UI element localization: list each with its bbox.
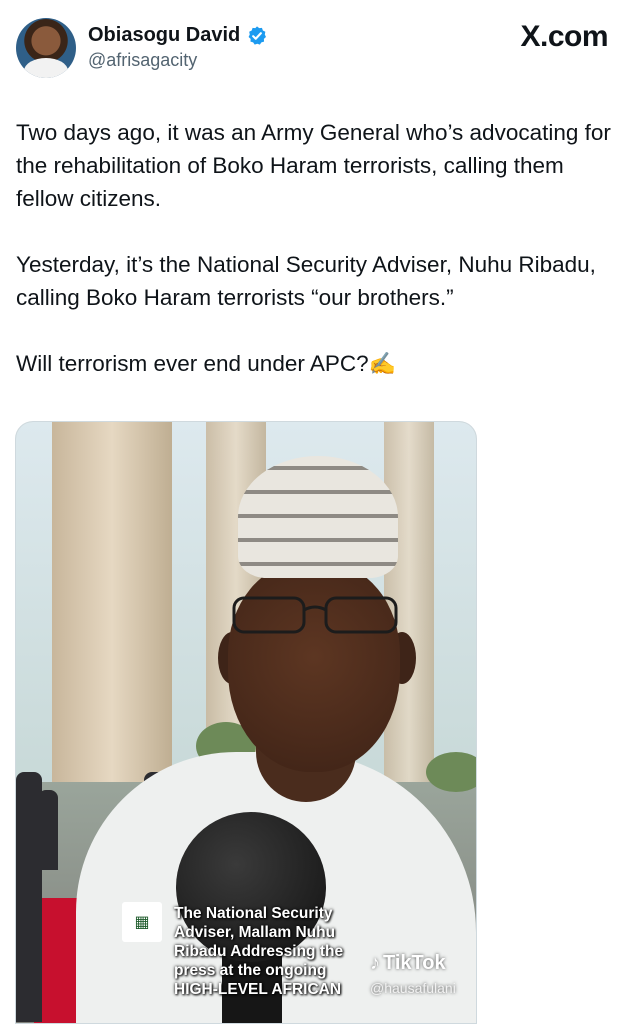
video-caption: The National Security Adviser, Mallam Nu… bbox=[174, 904, 374, 999]
video-thumbnail[interactable]: ▦ The National Security Adviser, Mallam … bbox=[15, 421, 477, 1024]
writing-hand-emoji-icon: ✍️ bbox=[368, 351, 397, 376]
caption-line-3: Ribadu Addressing the bbox=[174, 943, 344, 960]
site-label: X.com bbox=[520, 20, 608, 53]
tiktok-logo-icon: ♪ bbox=[370, 952, 380, 974]
caption-line-1: The National Security bbox=[174, 905, 333, 922]
tweet-paragraph-1: Two days ago, it was an Army General who… bbox=[16, 120, 611, 211]
author-name-row: Obiasogu David bbox=[88, 24, 268, 47]
tweet-paragraph-3: Will terrorism ever end under APC?✍️ bbox=[16, 347, 626, 380]
tweet-paragraph-3-text: Will terrorism ever end under APC? bbox=[16, 351, 369, 376]
verified-badge-icon bbox=[248, 25, 267, 45]
tweet-paragraph-2: Yesterday, it’s the National Security Ad… bbox=[16, 252, 596, 310]
caption-line-4: press at the ongoing bbox=[174, 962, 327, 979]
tweet-text: Two days ago, it was an Army General who… bbox=[16, 116, 626, 413]
tweet-header: Obiasogu David @afrisagacity X.com bbox=[0, 0, 642, 90]
tiktok-handle: @hausafulani bbox=[370, 980, 456, 996]
tiktok-label: TikTok bbox=[383, 952, 446, 974]
author-handle[interactable]: @afrisagacity bbox=[88, 50, 197, 71]
caption-line-5: HIGH-LEVEL AFRICAN bbox=[174, 981, 342, 998]
caption-line-2: Adviser, Mallam Nuhu bbox=[174, 924, 336, 941]
tiktok-watermark: ♪ TikTok bbox=[370, 952, 446, 975]
author-name[interactable]: Obiasogu David bbox=[88, 24, 240, 47]
channel-logo-icon: ▦ bbox=[122, 902, 162, 942]
avatar[interactable] bbox=[16, 18, 76, 78]
